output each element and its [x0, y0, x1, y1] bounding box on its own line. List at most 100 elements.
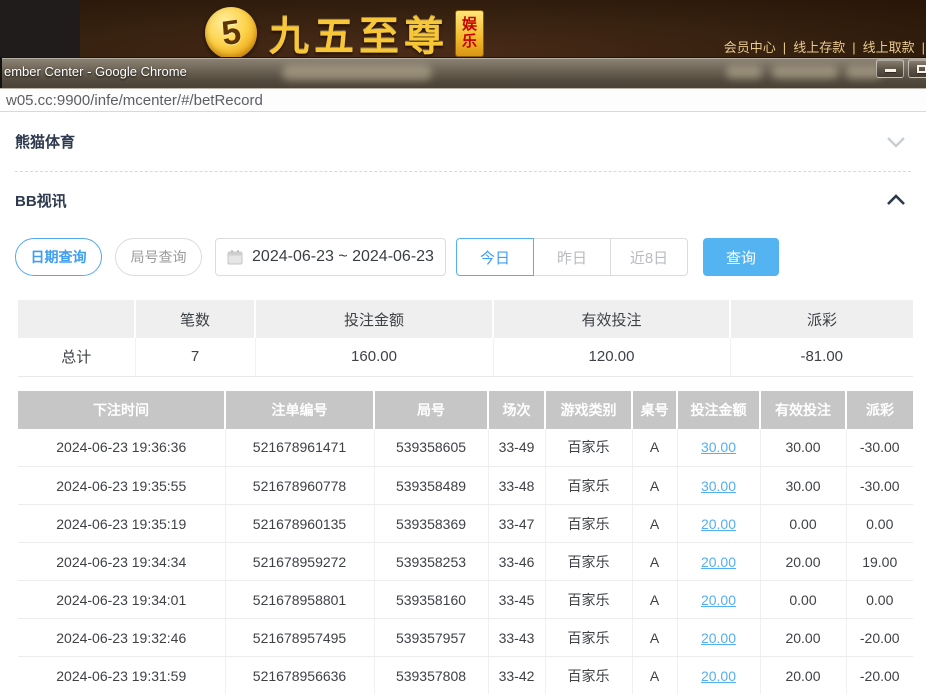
- coin-logo-icon: 5: [205, 7, 257, 59]
- minimize-button[interactable]: [876, 59, 904, 78]
- game-type-cell: 百家乐: [545, 581, 632, 619]
- bet-amount-cell: 30.00: [677, 429, 760, 467]
- nav-member-center[interactable]: 会员中心: [724, 40, 776, 55]
- summary-payout-value: -81.00: [730, 338, 913, 376]
- nav-online-deposit[interactable]: 线上存款: [793, 40, 845, 55]
- payout-cell: 0.00: [846, 581, 913, 619]
- bet-amount-cell: 20.00: [677, 543, 760, 581]
- filter-toolbar: 日期查询 局号查询 2024-06-23 ~ 2024-06-23 今日 昨日 …: [0, 238, 926, 276]
- table-row: 2024-06-23 19:35:19 521678960135 5393583…: [18, 505, 913, 543]
- bet-amount-link[interactable]: 20.00: [701, 554, 736, 570]
- game-type-cell: 百家乐: [545, 467, 632, 505]
- address-bar[interactable]: w05.cc:9900/infe/mcenter/#/betRecord: [0, 88, 926, 112]
- coin-digit: 5: [219, 12, 243, 53]
- summary-header-valid-bet: 有效投注: [493, 300, 730, 338]
- session-cell: 33-46: [488, 543, 545, 581]
- payout-cell: -30.00: [846, 429, 913, 467]
- valid-bet-cell: 0.00: [760, 505, 846, 543]
- window-controls: [876, 59, 926, 78]
- header-slip-no: 注单编号: [225, 391, 374, 429]
- bet-amount-link[interactable]: 30.00: [701, 478, 736, 494]
- bet-time-cell: 2024-06-23 19:36:36: [18, 429, 225, 467]
- bet-amount-link[interactable]: 20.00: [701, 592, 736, 608]
- bet-amount-cell: 20.00: [677, 505, 760, 543]
- round-query-tab[interactable]: 局号查询: [115, 238, 202, 276]
- brand-badge: 娱 乐: [455, 10, 484, 57]
- window-titlebar[interactable]: ember Center - Google Chrome: [0, 57, 926, 88]
- section-panda-sports[interactable]: 熊猫体育: [15, 112, 911, 172]
- chevron-up-icon[interactable]: [886, 194, 906, 206]
- slip-no-cell: 521678960778: [225, 467, 374, 505]
- payout-cell: -20.00: [846, 657, 913, 694]
- quick-range-today[interactable]: 今日: [456, 238, 534, 276]
- game-type-cell: 百家乐: [545, 657, 632, 694]
- quick-range-yesterday[interactable]: 昨日: [533, 238, 611, 276]
- bet-time-cell: 2024-06-23 19:34:01: [18, 581, 225, 619]
- slip-no-cell: 521678959272: [225, 543, 374, 581]
- bet-time-cell: 2024-06-23 19:32:46: [18, 619, 225, 657]
- maximize-icon: [917, 65, 926, 73]
- summary-header-bet-amount: 投注金额: [255, 300, 493, 338]
- valid-bet-cell: 20.00: [760, 543, 846, 581]
- chevron-down-icon[interactable]: [886, 136, 906, 148]
- bet-time-cell: 2024-06-23 19:34:34: [18, 543, 225, 581]
- bet-record-table: 下注时间 注单编号 局号 场次 游戏类别 桌号 投注金额 有效投注 派彩 202…: [18, 391, 913, 694]
- date-range-input[interactable]: 2024-06-23 ~ 2024-06-23: [215, 238, 446, 276]
- summary-count-value: 7: [135, 338, 255, 376]
- section-bb-video[interactable]: BB视讯: [0, 172, 926, 228]
- bet-amount-link[interactable]: 20.00: [701, 668, 736, 684]
- round-no-cell: 539358253: [374, 543, 488, 581]
- date-range-value: 2024-06-23 ~ 2024-06-23: [252, 248, 434, 266]
- table-no-cell: A: [632, 429, 677, 467]
- quick-range-last8days[interactable]: 近8日: [610, 238, 688, 276]
- table-no-cell: A: [632, 543, 677, 581]
- summary-valid-bet-value: 120.00: [493, 338, 730, 376]
- slip-no-cell: 521678961471: [225, 429, 374, 467]
- nav-online-withdraw[interactable]: 线上取款: [863, 40, 915, 55]
- valid-bet-cell: 30.00: [760, 429, 846, 467]
- calendar-icon: [227, 249, 243, 265]
- header-payout: 派彩: [846, 391, 913, 429]
- minimize-icon: [885, 69, 896, 72]
- summary-table: 笔数 投注金额 有效投注 派彩 总计 7 160.00 120.00 -81.0…: [18, 300, 913, 377]
- badge-char-2: 乐: [462, 33, 477, 50]
- bet-time-cell: 2024-06-23 19:35:19: [18, 505, 225, 543]
- top-nav: 会员中心|线上存款|线上取款|: [724, 37, 926, 56]
- slip-no-cell: 521678958801: [225, 581, 374, 619]
- table-no-cell: A: [632, 619, 677, 657]
- round-no-cell: 539358489: [374, 467, 488, 505]
- redacted-balance: [772, 66, 838, 79]
- redacted-username: [726, 66, 762, 79]
- search-button[interactable]: 查询: [703, 238, 779, 276]
- session-cell: 33-42: [488, 657, 545, 694]
- game-type-cell: 百家乐: [545, 429, 632, 467]
- summary-total-row: 总计 7 160.00 120.00 -81.00: [18, 338, 913, 376]
- desktop-background: [0, 0, 80, 57]
- payout-cell: 19.00: [846, 543, 913, 581]
- table-no-cell: A: [632, 657, 677, 694]
- bet-amount-cell: 20.00: [677, 581, 760, 619]
- bet-table-header-row: 下注时间 注单编号 局号 场次 游戏类别 桌号 投注金额 有效投注 派彩: [18, 391, 913, 429]
- bet-amount-link[interactable]: 20.00: [701, 630, 736, 646]
- brand-name: 九五至尊: [269, 4, 449, 62]
- table-row: 2024-06-23 19:32:46 521678957495 5393579…: [18, 619, 913, 657]
- header-bet-amount: 投注金额: [677, 391, 760, 429]
- bet-record-page: 熊猫体育 BB视讯 日期查询 局号查询 2024-06-23 ~ 2024-06…: [0, 112, 926, 694]
- bet-amount-cell: 20.00: [677, 657, 760, 694]
- badge-char-1: 娱: [462, 16, 477, 33]
- game-type-cell: 百家乐: [545, 543, 632, 581]
- section-label: 熊猫体育: [15, 131, 75, 152]
- nav-separator: |: [783, 40, 786, 55]
- round-no-cell: 539358369: [374, 505, 488, 543]
- bet-amount-link[interactable]: 20.00: [701, 516, 736, 532]
- date-query-tab[interactable]: 日期查询: [15, 238, 102, 276]
- slip-no-cell: 521678960135: [225, 505, 374, 543]
- header-valid-bet: 有效投注: [760, 391, 846, 429]
- bet-amount-link[interactable]: 30.00: [701, 439, 736, 455]
- slip-no-cell: 521678957495: [225, 619, 374, 657]
- valid-bet-cell: 20.00: [760, 619, 846, 657]
- table-row: 2024-06-23 19:34:01 521678958801 5393581…: [18, 581, 913, 619]
- page-url: w05.cc:9900/infe/mcenter/#/betRecord: [6, 92, 263, 109]
- blurred-decoration: [282, 65, 432, 81]
- maximize-button[interactable]: [908, 59, 926, 78]
